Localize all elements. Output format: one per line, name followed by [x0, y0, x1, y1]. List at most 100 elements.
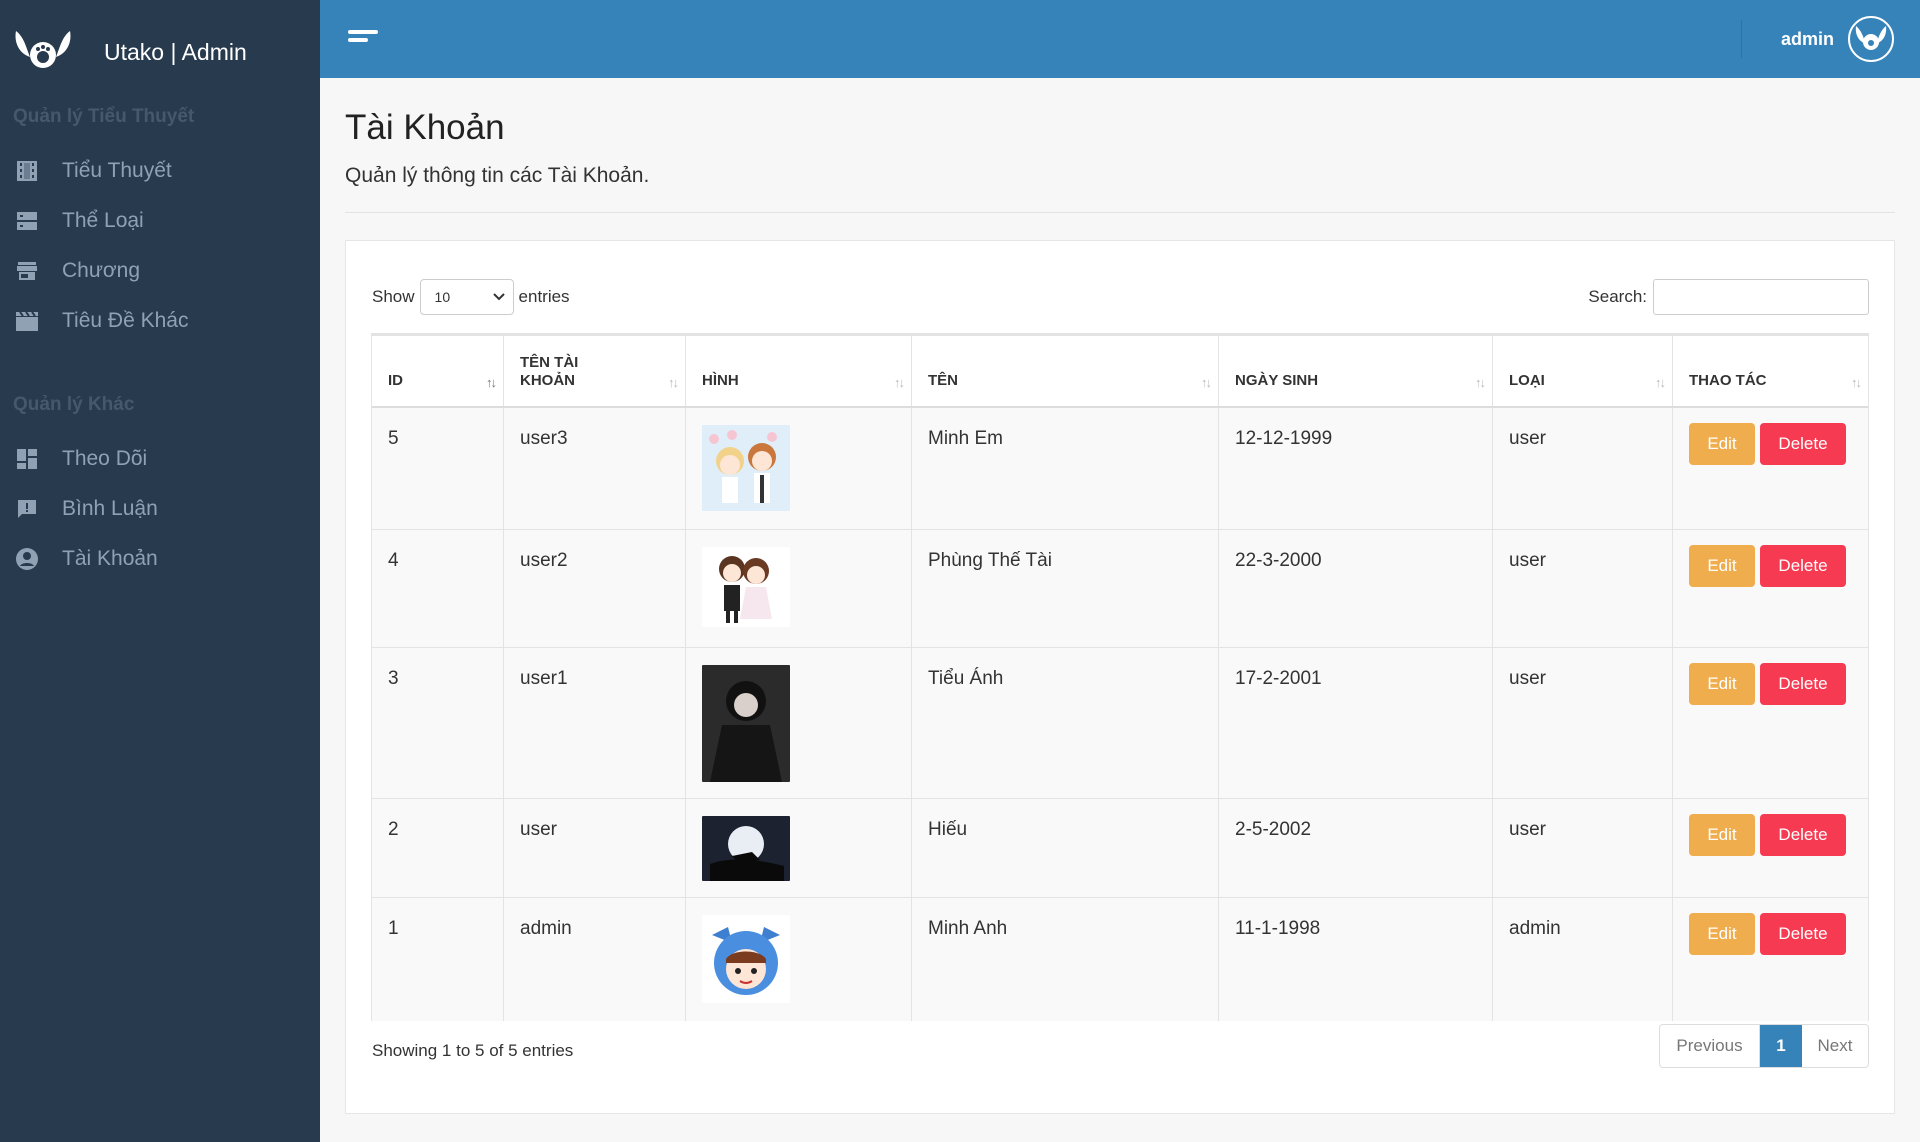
user-avatar-image	[702, 425, 790, 511]
cell-name: Hiếu	[912, 799, 1219, 897]
cell-dob: 22-3-2000	[1219, 530, 1493, 647]
sort-icon: ↑↓	[1851, 375, 1862, 390]
store-icon	[14, 258, 40, 284]
cell-type: user	[1493, 799, 1673, 897]
sort-icon: ↑↓	[1201, 375, 1212, 390]
edit-button[interactable]: Edit	[1689, 545, 1755, 587]
sidebar-item-label: Chương	[62, 259, 141, 282]
page-title: Tài Khoản	[345, 108, 505, 147]
menu-toggle-icon[interactable]	[348, 30, 380, 46]
cell-image	[686, 799, 912, 897]
cell-type: user	[1493, 408, 1673, 529]
brand-title: Utako | Admin	[104, 38, 247, 65]
user-menu[interactable]: admin	[1781, 16, 1894, 62]
sidebar-item-novels[interactable]: Tiểu Thuyết	[0, 146, 320, 196]
column-header-actions[interactable]: THAO TÁC ↑↓	[1673, 336, 1868, 406]
delete-button[interactable]: Delete	[1760, 423, 1846, 465]
table-info: Showing 1 to 5 of 5 entries	[372, 1041, 574, 1060]
user-avatar-image	[702, 547, 790, 627]
entries-select-value: 10	[434, 289, 451, 305]
cell-username: user2	[504, 530, 686, 647]
search-control: Search:	[1588, 279, 1869, 315]
sidebar-item-chapters[interactable]: Chương	[0, 246, 320, 296]
pagination-next[interactable]: Next	[1802, 1025, 1868, 1067]
accounts-card: Show 10 entries Search: ID ↑↓ TÊN TÀI KHO…	[345, 240, 1895, 1114]
column-header-username[interactable]: TÊN TÀI KHOẢN ↑↓	[504, 336, 686, 406]
cell-image	[686, 530, 912, 647]
sort-icon: ↑↓	[1655, 375, 1666, 390]
table-row: 4 user2 Phùng Thế Tài 22-3-2000 user Edi…	[372, 530, 1868, 648]
cell-id: 1	[372, 898, 504, 1021]
cell-type: admin	[1493, 898, 1673, 1021]
column-header-type[interactable]: LOẠI ↑↓	[1493, 336, 1673, 406]
cell-image	[686, 898, 912, 1021]
column-header-id[interactable]: ID ↑↓	[372, 336, 504, 406]
cell-name: Tiểu Ánh	[912, 648, 1219, 798]
sort-icon: ↑↓	[486, 375, 497, 390]
column-header-dob[interactable]: NGÀY SINH ↑↓	[1219, 336, 1493, 406]
cell-username: user1	[504, 648, 686, 798]
show-label: Show	[372, 287, 415, 306]
topbar: admin	[320, 0, 1920, 78]
cell-id: 3	[372, 648, 504, 798]
pagination-previous[interactable]: Previous	[1660, 1025, 1760, 1067]
edit-button[interactable]: Edit	[1689, 423, 1755, 465]
cell-image	[686, 648, 912, 798]
feedback-icon	[14, 496, 40, 522]
sidebar-item-genres[interactable]: Thể Loại	[0, 196, 320, 246]
cell-name: Minh Anh	[912, 898, 1219, 1021]
title-divider	[345, 212, 1895, 213]
brand[interactable]: Utako | Admin	[0, 0, 320, 100]
clapperboard-icon	[14, 308, 40, 334]
table-row: 2 user Hiếu 2-5-2002 user Edit Delete	[372, 799, 1868, 898]
cell-dob: 2-5-2002	[1219, 799, 1493, 897]
chevron-down-icon	[492, 293, 505, 301]
sidebar-item-follows[interactable]: Theo Dõi	[0, 434, 320, 484]
column-header-name[interactable]: TÊN ↑↓	[912, 336, 1219, 406]
entries-select[interactable]: 10	[419, 279, 514, 315]
cell-id: 5	[372, 408, 504, 529]
sidebar-item-accounts[interactable]: Tài Khoản	[0, 534, 320, 584]
delete-button[interactable]: Delete	[1760, 663, 1846, 705]
edit-button[interactable]: Edit	[1689, 663, 1755, 705]
cell-actions: Edit Delete	[1673, 408, 1868, 529]
nav-section-novels: Quản lý Tiểu Thuyết	[13, 106, 195, 127]
pagination: Previous 1 Next	[1659, 1024, 1869, 1068]
cell-dob: 12-12-1999	[1219, 408, 1493, 529]
dashboard-icon	[14, 446, 40, 472]
sidebar-item-other-titles[interactable]: Tiêu Đề Khác	[0, 296, 320, 346]
account-circle-icon	[14, 546, 40, 572]
delete-button[interactable]: Delete	[1760, 545, 1846, 587]
topbar-divider	[1741, 20, 1742, 58]
film-icon	[14, 158, 40, 184]
user-avatar-image	[702, 665, 790, 782]
sidebar-item-label: Thể Loại	[62, 209, 144, 232]
delete-button[interactable]: Delete	[1760, 814, 1846, 856]
search-input[interactable]	[1653, 279, 1869, 315]
search-label: Search:	[1588, 287, 1647, 306]
cell-id: 2	[372, 799, 504, 897]
accounts-table: ID ↑↓ TÊN TÀI KHOẢN ↑↓ HÌNH ↑↓ TÊN ↑↓ NGÀY S…	[371, 333, 1869, 1021]
nav-section-other: Quản lý Khác	[13, 394, 135, 415]
sidebar-item-label: Tiêu Đề Khác	[62, 309, 189, 332]
table-header-row: ID ↑↓ TÊN TÀI KHOẢN ↑↓ HÌNH ↑↓ TÊN ↑↓ NGÀY S…	[372, 336, 1868, 408]
entries-label: entries	[518, 287, 570, 306]
topbar-username: admin	[1780, 28, 1834, 49]
delete-button[interactable]: Delete	[1760, 913, 1846, 955]
column-header-image[interactable]: HÌNH ↑↓	[686, 336, 912, 406]
sidebar-item-label: Tiểu Thuyết	[62, 159, 172, 182]
cell-dob: 11-1-1998	[1219, 898, 1493, 1021]
cell-actions: Edit Delete	[1673, 799, 1868, 897]
edit-button[interactable]: Edit	[1689, 913, 1755, 955]
sidebar-item-comments[interactable]: Bình Luận	[0, 484, 320, 534]
cell-actions: Edit Delete	[1673, 648, 1868, 798]
cell-image	[686, 408, 912, 529]
cell-actions: Edit Delete	[1673, 898, 1868, 1021]
table-row: 3 user1 Tiểu Ánh 17-2-2001 user Edit Dele…	[372, 648, 1868, 799]
sidebar-item-label: Bình Luận	[62, 497, 158, 520]
pagination-page[interactable]: 1	[1760, 1025, 1802, 1067]
edit-button[interactable]: Edit	[1689, 814, 1755, 856]
cell-username: user	[504, 799, 686, 897]
sidebar-item-label: Theo Dõi	[62, 447, 148, 470]
main-content: Tài Khoản Quản lý thông tin các Tài Khoả…	[345, 78, 1895, 1114]
